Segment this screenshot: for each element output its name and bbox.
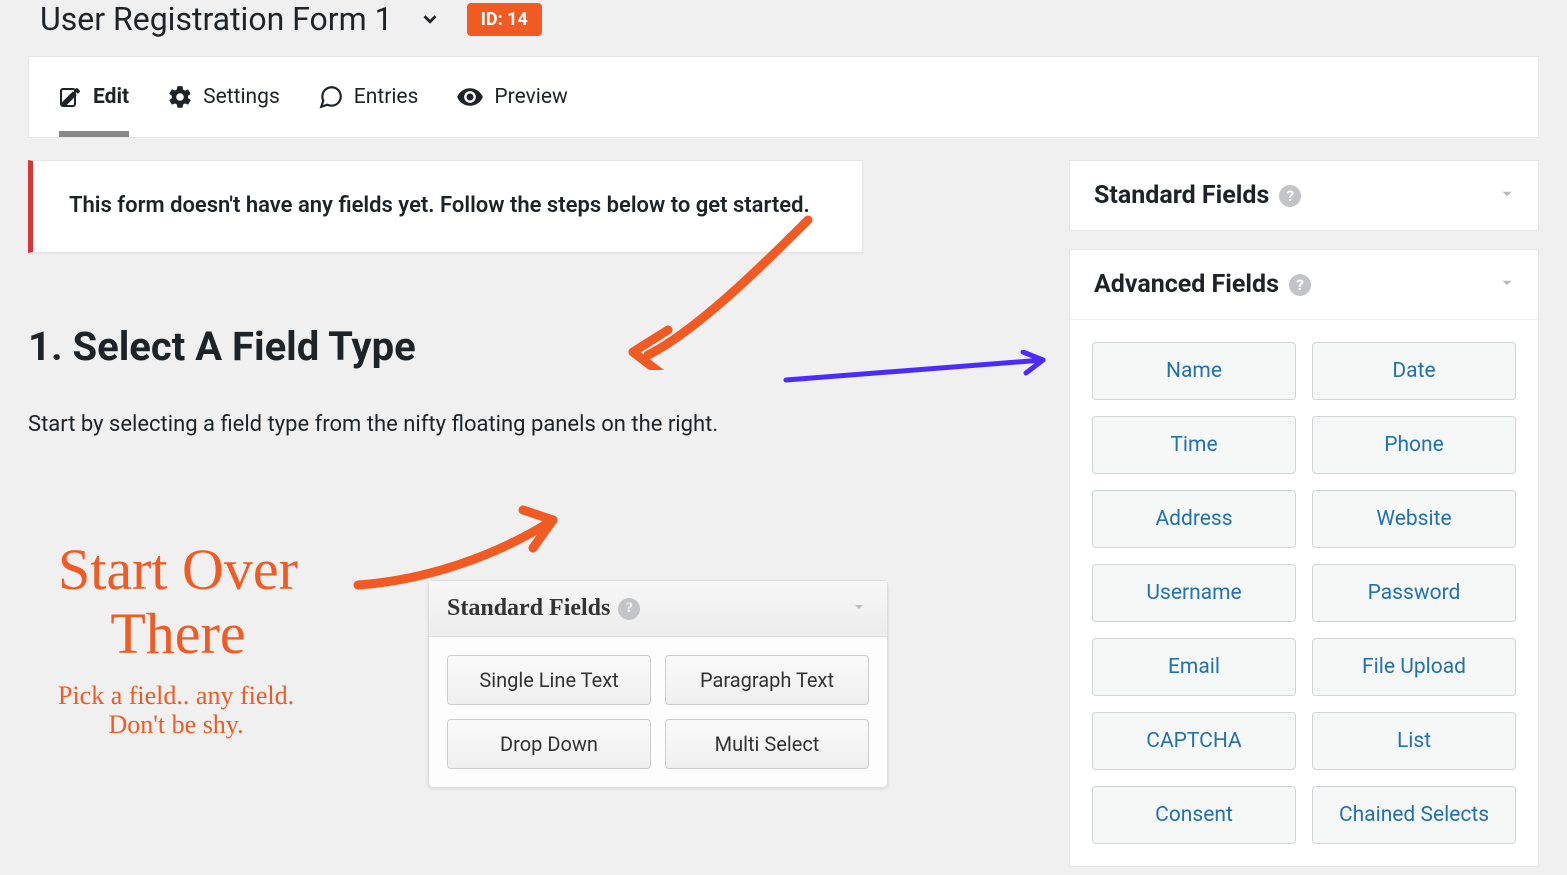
tab-entries[interactable]: Entries — [318, 84, 419, 110]
help-icon[interactable]: ? — [1279, 185, 1301, 207]
annotation-pick-a-field: Pick a field.. any field. Don't be shy. — [58, 682, 294, 739]
help-icon[interactable]: ? — [618, 598, 640, 620]
tab-edit[interactable]: Edit — [59, 85, 129, 109]
step-description: Start by selecting a field type from the… — [28, 412, 1049, 437]
field-button-file-upload[interactable]: File Upload — [1312, 638, 1516, 696]
tab-label: Settings — [203, 85, 280, 109]
panel-title: Advanced Fields — [1094, 270, 1279, 299]
standard-fields-panel: Standard Fields ? — [1069, 160, 1539, 231]
tabs-bar: Edit Settings Entries Preview — [28, 56, 1539, 138]
advanced-fields-header[interactable]: Advanced Fields ? — [1070, 250, 1538, 319]
settings-icon — [167, 84, 193, 110]
form-id-badge: ID: 14 — [467, 3, 542, 36]
preview-icon — [456, 83, 484, 111]
form-switcher-chevron-icon[interactable] — [413, 8, 447, 30]
field-button-chained-selects[interactable]: Chained Selects — [1312, 786, 1516, 844]
sample-panel-header[interactable]: Standard Fields ? — [429, 581, 887, 637]
tab-label: Preview — [494, 85, 567, 109]
field-button-list[interactable]: List — [1312, 712, 1516, 770]
field-button-consent[interactable]: Consent — [1092, 786, 1296, 844]
annotation-line: Start Over — [58, 538, 298, 602]
annotation-line: Don't be shy. — [58, 711, 294, 740]
annotation-line: Pick a field.. any field. — [58, 682, 294, 711]
tab-label: Edit — [93, 85, 129, 109]
advanced-fields-panel: Advanced Fields ? Name Date Time Phone A… — [1069, 249, 1539, 867]
annotation-start-over-there: Start Over There — [58, 538, 298, 666]
field-button-website[interactable]: Website — [1312, 490, 1516, 548]
step-heading: 1. Select A Field Type — [28, 323, 1049, 370]
entries-icon — [318, 84, 344, 110]
caret-down-icon — [851, 595, 867, 622]
tab-settings[interactable]: Settings — [167, 84, 280, 110]
panel-title: Standard Fields — [1094, 181, 1269, 210]
standard-fields-header[interactable]: Standard Fields ? — [1070, 161, 1538, 230]
help-icon[interactable]: ? — [1289, 274, 1311, 296]
field-button-date[interactable]: Date — [1312, 342, 1516, 400]
field-button-phone[interactable]: Phone — [1312, 416, 1516, 474]
sample-field-button[interactable]: Paragraph Text — [665, 655, 869, 705]
edit-icon — [59, 85, 83, 109]
caret-down-icon — [1498, 270, 1516, 299]
annotation-line: There — [58, 602, 298, 666]
sample-panel-title: Standard Fields — [447, 595, 610, 622]
form-title: User Registration Form 1 — [40, 0, 393, 38]
field-button-password[interactable]: Password — [1312, 564, 1516, 622]
field-button-captcha[interactable]: CAPTCHA — [1092, 712, 1296, 770]
field-button-time[interactable]: Time — [1092, 416, 1296, 474]
field-button-name[interactable]: Name — [1092, 342, 1296, 400]
sample-field-button[interactable]: Drop Down — [447, 719, 651, 769]
sample-field-button[interactable]: Multi Select — [665, 719, 869, 769]
tab-preview[interactable]: Preview — [456, 83, 567, 111]
sample-field-button[interactable]: Single Line Text — [447, 655, 651, 705]
empty-form-alert: This form doesn't have any fields yet. F… — [28, 160, 863, 253]
caret-down-icon — [1498, 181, 1516, 210]
sample-standard-fields-panel: Standard Fields ? Single Line Text Parag… — [428, 580, 888, 788]
alert-text: This form doesn't have any fields yet. F… — [69, 191, 826, 222]
field-button-email[interactable]: Email — [1092, 638, 1296, 696]
field-button-address[interactable]: Address — [1092, 490, 1296, 548]
tab-label: Entries — [354, 85, 419, 109]
field-button-username[interactable]: Username — [1092, 564, 1296, 622]
